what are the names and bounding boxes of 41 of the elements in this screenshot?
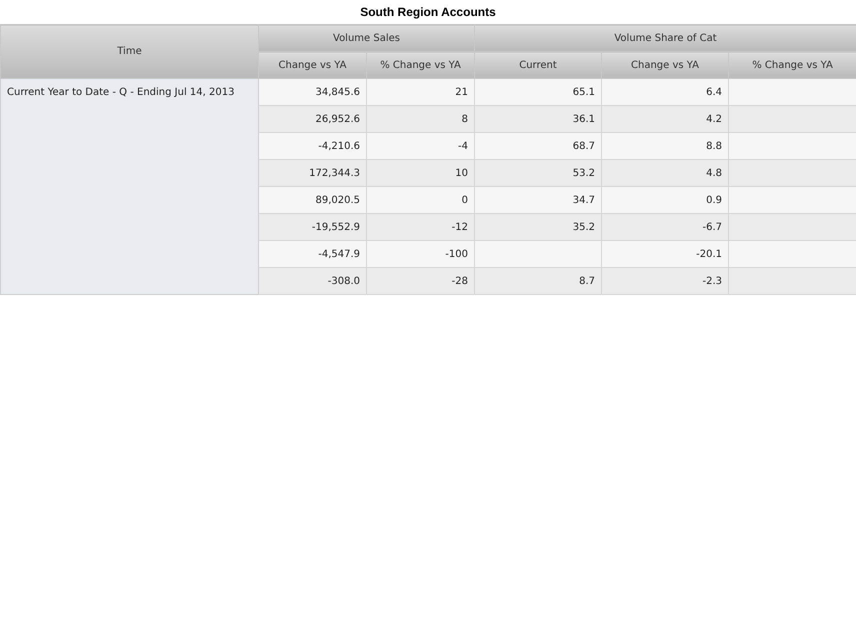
table-cell: 53.2 [474, 160, 602, 186]
table-cell: 89,020.5 [258, 186, 366, 214]
table-cell: 34.7 [474, 186, 602, 214]
table-cell: -12 [366, 214, 474, 240]
table-cell: 172,344.3 [258, 160, 366, 186]
column-group-header: Volume Share of Cat [474, 24, 856, 52]
table-cell: 0 [366, 186, 474, 214]
table-cell: -4,210.6 [258, 132, 366, 160]
table-cell: -100 [366, 240, 474, 268]
time-period-cell: Current Year to Date - Q - Ending Jul 14, 2013 [0, 78, 258, 294]
table-cell: -308.0 [258, 268, 366, 294]
table-cell: -6.7 [602, 214, 728, 240]
table-cell: -4,547.9 [258, 240, 366, 268]
table-cell: -20.1 [602, 240, 728, 268]
table-cell: -28 [366, 268, 474, 294]
table-cell: 21 [366, 78, 474, 106]
column-header: % Change vs YA [728, 52, 856, 78]
table-cell: 26,952.6 [258, 106, 366, 132]
table-cell: 8 [366, 106, 474, 132]
table-cell: 68.7 [474, 132, 602, 160]
column-header: Time [0, 24, 258, 78]
table-cell: -2.3 [602, 268, 728, 294]
table-cell: 10 [366, 160, 474, 186]
table-cell: 0.9 [602, 186, 728, 214]
table-cell: 8.8 [602, 132, 728, 160]
table-cell: 65.1 [474, 78, 602, 106]
table-cell: 6.4 [602, 78, 728, 106]
table-cell: -4 [366, 132, 474, 160]
table-cell: 36.1 [474, 106, 602, 132]
column-header: Current [474, 52, 602, 78]
column-header: % Change vs YA [366, 52, 474, 78]
column-header: Change vs YA [602, 52, 728, 78]
table-cell: 8.7 [474, 268, 602, 294]
table-cell: 35.2 [474, 214, 602, 240]
column-header: Change vs YA [258, 52, 366, 78]
report-title: South Region Accounts [359, 4, 497, 21]
table-cell: 34,845.6 [258, 78, 366, 106]
column-group-header: Volume Sales [258, 24, 474, 52]
table-cell: -19,552.9 [258, 214, 366, 240]
table-cell: 4.8 [602, 160, 728, 186]
table-cell: 4.2 [602, 106, 728, 132]
